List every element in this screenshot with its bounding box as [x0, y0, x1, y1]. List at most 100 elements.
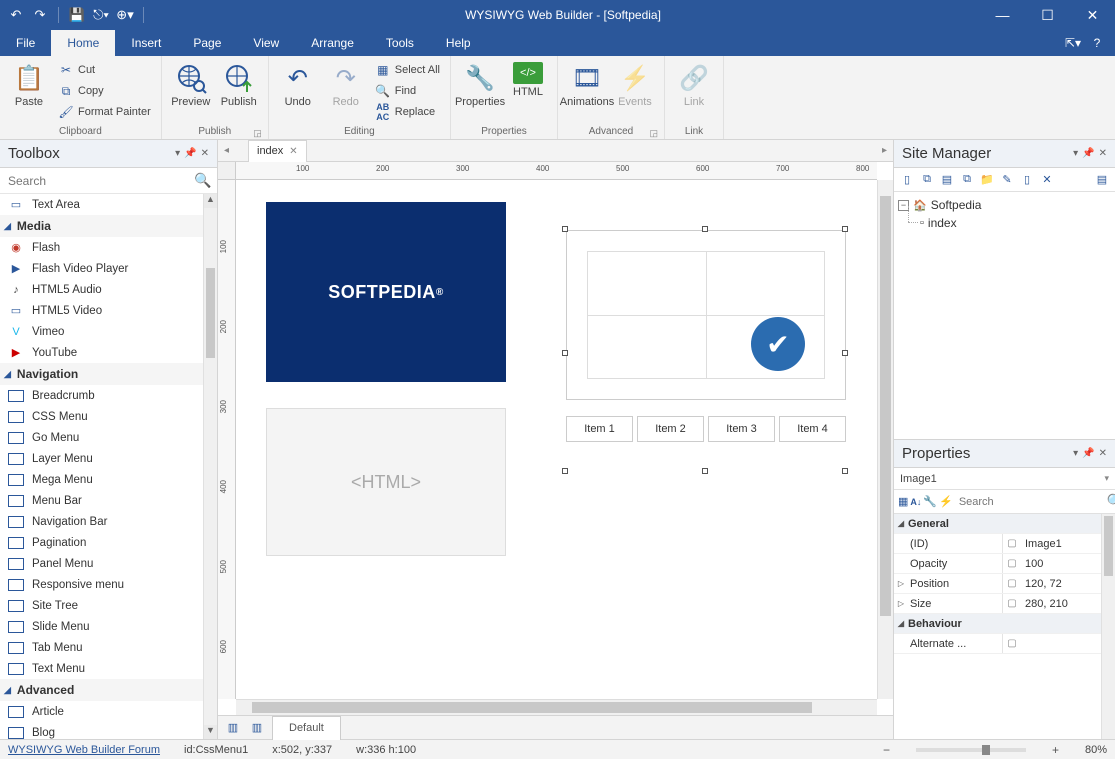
toolbox-item[interactable]: CSS Menu [0, 406, 203, 427]
toolbox-item[interactable]: Tab Menu [0, 637, 203, 658]
props-close-icon[interactable]: ✕ [1099, 448, 1107, 459]
props-scroll-thumb[interactable] [1104, 516, 1113, 576]
panel-options-icon[interactable]: ▾ [175, 148, 180, 159]
publish-qat-icon[interactable]: ⎋▾ [93, 7, 109, 23]
undo-icon[interactable]: ↶ [8, 7, 24, 23]
hscroll-thumb[interactable] [252, 702, 812, 713]
selection-handle[interactable] [842, 350, 848, 356]
props-pin-icon[interactable]: 📌 [1082, 448, 1094, 459]
props-options-icon[interactable]: ▾ [1073, 448, 1078, 459]
animations-button[interactable]: 🎞 Animations [564, 60, 610, 110]
breakpoint-add-icon[interactable]: ▥ [224, 719, 242, 737]
redo-icon[interactable]: ↷ [32, 7, 48, 23]
toolbox-item[interactable]: Pagination [0, 532, 203, 553]
publish-dialog-launcher[interactable]: ◲ [253, 128, 262, 139]
toolbox-category[interactable]: ◢Media [0, 215, 203, 237]
tab-page[interactable]: Page [177, 30, 237, 56]
panel-close-icon[interactable]: ✕ [201, 148, 209, 159]
toolbox-item[interactable]: Breadcrumb [0, 385, 203, 406]
selection-handle[interactable] [562, 226, 568, 232]
sm-copy-icon[interactable]: ⧉ [958, 171, 976, 189]
preview-qat-icon[interactable]: ⊕▾ [117, 7, 133, 23]
canvas[interactable]: SOFTPEDIA® <HTML> ✔ Item 1 Item 2 Item 3… [236, 180, 877, 699]
select-all-button[interactable]: ▦Select All [371, 60, 444, 80]
canvas-image-softpedia[interactable]: SOFTPEDIA® [266, 202, 506, 382]
menu-item-4[interactable]: Item 4 [779, 416, 846, 442]
toolbox-scrollbar[interactable]: ▲ ▼ [203, 194, 217, 739]
close-button[interactable]: ✕ [1070, 0, 1115, 30]
props-row[interactable]: Opacity▢100 [894, 554, 1115, 574]
tab-arrange[interactable]: Arrange [295, 30, 370, 56]
save-icon[interactable]: 💾 [69, 7, 85, 23]
tab-file[interactable]: File [0, 30, 51, 56]
site-manager-tree[interactable]: − 🏠 Softpedia ▫ index [894, 192, 1115, 439]
props-alpha-icon[interactable]: A↓ [910, 493, 921, 511]
breakpoint-manage-icon[interactable]: ▥ [248, 719, 266, 737]
expand-icon[interactable]: ▷ [894, 599, 908, 608]
toolbox-item[interactable]: Site Tree [0, 595, 203, 616]
props-row[interactable]: ▷Size▢280, 210 [894, 594, 1115, 614]
selection-handle[interactable] [562, 350, 568, 356]
toolbox-item[interactable]: Text Menu [0, 658, 203, 679]
maximize-button[interactable]: ☐ [1025, 0, 1070, 30]
props-scrollbar[interactable] [1101, 514, 1115, 739]
props-categorized-icon[interactable]: ▦ [898, 493, 908, 511]
toolbox-category[interactable]: ◢Advanced [0, 679, 203, 701]
selection-handle[interactable] [702, 468, 708, 474]
toolbox-item[interactable]: Menu Bar [0, 490, 203, 511]
events-button[interactable]: ⚡ Events [612, 60, 658, 110]
find-button[interactable]: 🔍Find [371, 81, 444, 101]
sm-pin-icon[interactable]: 📌 [1082, 148, 1094, 159]
sm-properties-icon[interactable]: ▤ [1093, 171, 1111, 189]
replace-button[interactable]: ABACReplace [371, 102, 444, 122]
toolbox-search-input[interactable] [4, 172, 193, 190]
undo-button[interactable]: ↶ Undo [275, 60, 321, 110]
toolbox-item[interactable]: ▶Flash Video Player [0, 258, 203, 279]
props-row[interactable]: Alternate ...▢ [894, 634, 1115, 654]
toolbox-item[interactable]: Layer Menu [0, 448, 203, 469]
document-tab-index[interactable]: index ✕ [248, 140, 307, 162]
toolbox-item[interactable]: Slide Menu [0, 616, 203, 637]
tab-help[interactable]: Help [430, 30, 487, 56]
vscroll-thumb[interactable] [880, 196, 891, 616]
properties-object-select[interactable]: Image1 [894, 468, 1115, 490]
props-wrench-icon[interactable]: 🔧 [923, 493, 937, 511]
minimize-button[interactable]: — [980, 0, 1025, 30]
toolbox-item[interactable]: ▶YouTube [0, 342, 203, 363]
zoom-slider[interactable] [916, 748, 1026, 752]
collapse-icon[interactable]: ◢ [894, 519, 908, 528]
sm-remove-icon[interactable]: ✕ [1038, 171, 1056, 189]
props-row[interactable]: (ID)▢Image1 [894, 534, 1115, 554]
paste-button[interactable]: 📋 Paste [6, 60, 52, 110]
toolbox-item[interactable]: Go Menu [0, 427, 203, 448]
props-row[interactable]: ▷Position▢120, 72 [894, 574, 1115, 594]
html-button[interactable]: </> HTML [505, 60, 551, 100]
tab-home[interactable]: Home [51, 30, 115, 56]
props-category[interactable]: ◢General [894, 514, 1115, 534]
publish-button[interactable]: Publish [216, 60, 262, 110]
toolbox-item[interactable]: Blog [0, 722, 203, 739]
tab-tools[interactable]: Tools [370, 30, 430, 56]
menu-item-1[interactable]: Item 1 [566, 416, 633, 442]
props-search-icon[interactable]: 🔍 [1107, 493, 1115, 510]
window-arrange-icon[interactable]: ⇱▾ [1063, 33, 1083, 53]
toolbox-item[interactable]: Responsive menu [0, 574, 203, 595]
selection-handle[interactable] [702, 226, 708, 232]
collapse-icon[interactable]: ◢ [894, 619, 908, 628]
toolbox-item[interactable]: ▭Text Area [0, 194, 203, 215]
canvas-hscroll[interactable] [236, 699, 877, 715]
toolbox-item[interactable]: Mega Menu [0, 469, 203, 490]
selection-handle[interactable] [842, 468, 848, 474]
redo-button[interactable]: ↷ Redo [323, 60, 369, 110]
toolbox-category[interactable]: ◢Navigation [0, 363, 203, 385]
props-bolt-icon[interactable]: ⚡ [939, 493, 953, 511]
tab-nav-left[interactable]: ◂ [224, 145, 229, 156]
cut-button[interactable]: ✂Cut [54, 60, 155, 80]
sm-delete-icon[interactable]: ▯ [1018, 171, 1036, 189]
tab-nav-right[interactable]: ▸ [882, 145, 887, 156]
scroll-thumb[interactable] [206, 268, 215, 358]
properties-button[interactable]: 🔧 Properties [457, 60, 503, 110]
canvas-vscroll[interactable] [877, 180, 893, 699]
forum-link[interactable]: WYSIWYG Web Builder Forum [8, 744, 160, 756]
toolbox-item[interactable]: Navigation Bar [0, 511, 203, 532]
